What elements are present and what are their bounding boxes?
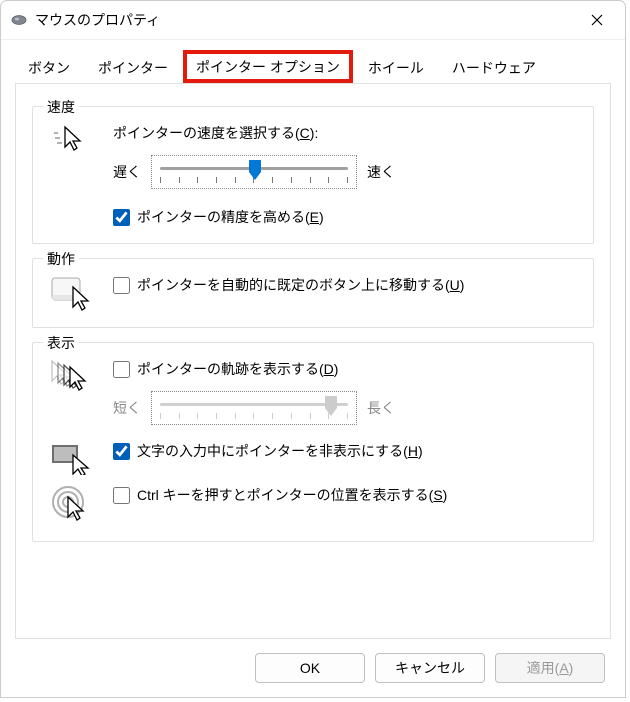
groupbox-speed-legend: 速度 [43,97,79,117]
hide-pointer-label: 文字の入力中にポインターを非表示にする(H) [137,441,423,461]
pointer-trails-checkbox[interactable] [113,361,130,378]
titlebar: マウスのプロパティ [1,1,625,40]
close-button[interactable] [575,4,619,36]
mouse-icon [11,14,27,26]
hide-pointer-checkbox[interactable] [113,443,130,460]
mouse-properties-window: マウスのプロパティ ボタン ポインター ポインター オプション ホイール ハード… [0,0,626,698]
groupbox-motion-legend: 動作 [43,249,79,269]
cancel-button[interactable]: キャンセル [375,653,485,683]
trail-slider-short-label: 短く [113,398,141,418]
pointer-speed-label: ポインターの速度を選択する(C): [113,123,581,143]
ctrl-locate-label: Ctrl キーを押すとポインターの位置を表示する(S) [137,485,447,505]
hide-pointer-option[interactable]: 文字の入力中にポインターを非表示にする(H) [113,441,581,461]
dialog-buttons: OK キャンセル 適用(A) [1,639,625,697]
pointer-trails-icon [45,359,99,393]
snap-to-checkbox[interactable] [113,277,130,294]
groupbox-speed: 速度 ポインターの速度を選択する(C): 遅く [32,106,594,244]
slider-slow-label: 遅く [113,162,141,182]
tab-buttons[interactable]: ボタン [15,51,83,83]
pointer-trails-option[interactable]: ポインターの軌跡を表示する(D) [113,359,581,379]
pointer-trails-label: ポインターの軌跡を表示する(D) [137,359,338,379]
enhance-precision-checkbox[interactable] [113,209,130,226]
tab-strip: ボタン ポインター ポインター オプション ホイール ハードウェア [1,40,625,83]
tab-pointer-options[interactable]: ポインター オプション [183,50,353,83]
groupbox-motion: 動作 ポインターを自動的に既定のボタン上に移動する(U) [32,258,594,328]
tab-pointer[interactable]: ポインター [85,51,181,83]
ctrl-locate-icon [45,485,99,525]
ctrl-locate-checkbox[interactable] [113,487,130,504]
groupbox-display: 表示 ポインターの軌跡を表示する(D) 短 [32,342,594,542]
ctrl-locate-option[interactable]: Ctrl キーを押すとポインターの位置を表示する(S) [113,485,581,505]
ok-button[interactable]: OK [255,653,365,683]
tab-page-pointer-options: 速度 ポインターの速度を選択する(C): 遅く [15,83,611,639]
close-icon [591,14,603,26]
snap-to-option[interactable]: ポインターを自動的に既定のボタン上に移動する(U) [113,275,581,295]
snap-to-icon [45,275,99,311]
pointer-speed-icon [45,123,99,155]
pointer-speed-slider[interactable] [151,155,357,189]
enhance-precision-label: ポインターの精度を高める(E) [137,207,324,227]
enhance-precision-option[interactable]: ポインターの精度を高める(E) [113,207,581,227]
hide-pointer-icon [45,441,99,475]
window-title: マウスのプロパティ [35,10,575,30]
trail-slider-long-label: 長く [367,398,395,418]
trail-length-slider [151,391,357,425]
apply-button[interactable]: 適用(A) [495,653,605,683]
snap-to-label: ポインターを自動的に既定のボタン上に移動する(U) [137,275,464,295]
tab-wheel[interactable]: ホイール [355,51,437,83]
tab-hardware[interactable]: ハードウェア [439,51,549,83]
slider-fast-label: 速く [367,162,395,182]
groupbox-display-legend: 表示 [43,333,79,353]
